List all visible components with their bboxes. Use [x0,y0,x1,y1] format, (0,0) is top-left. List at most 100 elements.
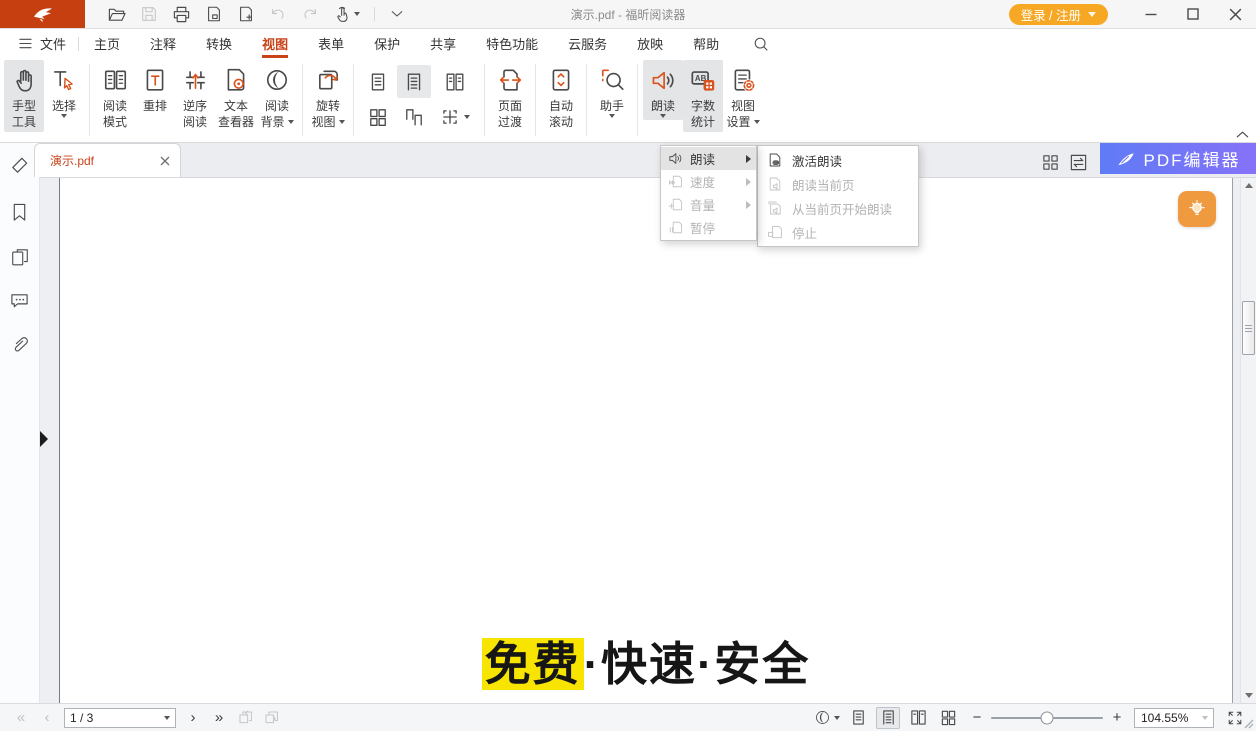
caret-down-icon[interactable] [1202,716,1208,720]
maximize-button[interactable] [1172,0,1214,28]
submenu-item-read-from-current-page[interactable]: 从当前页开始朗读 [758,196,918,220]
login-register-button[interactable]: 登录 / 注册 [1009,4,1108,25]
tab-protect[interactable]: 保护 [359,29,415,58]
auto-scroll-button[interactable]: 自动 滚动 [541,60,581,132]
tab-cloud[interactable]: 云服务 [553,29,622,58]
open-file-button[interactable] [107,5,126,24]
hand-tool-button[interactable]: 手型 工具 [4,60,44,132]
save-button[interactable] [140,5,158,23]
caret-down-icon[interactable] [164,716,170,720]
reading-mode-button[interactable]: 阅读 模式 [95,60,135,132]
touch-select-button[interactable] [333,5,360,24]
first-page-button[interactable]: « [8,709,34,726]
zoom-level-input[interactable] [1135,711,1193,725]
menu-item-volume[interactable]: 音量 [661,193,756,216]
attachments-panel-button[interactable] [10,335,30,355]
view-settings-button[interactable]: 视图 设置 [723,60,763,132]
assistant-button[interactable]: 助手 [592,60,632,120]
previous-view-button[interactable] [232,709,258,726]
search-button[interactable] [738,29,784,58]
tab-form[interactable]: 表单 [303,29,359,58]
undo-button[interactable] [269,5,287,23]
reflow-button[interactable]: 重排 [135,60,175,116]
zoom-slider[interactable] [991,717,1103,719]
layout-continuous-button[interactable] [397,65,431,98]
reverse-reading-button[interactable]: 逆序 阅读 [175,60,215,132]
previous-page-button[interactable]: ‹ [34,709,60,726]
foxit-logo[interactable] [0,0,85,28]
page-number-input[interactable] [65,711,151,725]
quad-view-button[interactable] [936,707,960,729]
read-aloud-button[interactable]: 朗读 [643,60,683,120]
reading-background-button[interactable]: 阅读 背景 [257,60,297,132]
separator [302,64,303,136]
zoom-slider-knob[interactable] [1041,711,1054,724]
print-preview-button[interactable] [205,5,223,23]
tips-lightbulb-button[interactable] [1178,191,1216,227]
expand-panel-handle[interactable] [40,431,48,447]
submenu-item-read-current-page[interactable]: 朗读当前页 [758,172,918,196]
tab-convert[interactable]: 转换 [191,29,247,58]
next-view-button[interactable] [258,709,284,726]
menu-item-label: 暂停 [690,218,751,237]
crescent-circle-icon [814,709,831,726]
layout-continuous-facing-button[interactable] [397,100,431,133]
window-resize-grip[interactable] [1242,717,1254,729]
reverse-arrow-icon [182,65,209,95]
tab-share[interactable]: 共享 [415,29,471,58]
submenu-item-stop[interactable]: 停止 [758,220,918,244]
pen-panel-button[interactable] [9,155,30,176]
facing-view-button[interactable] [906,707,930,729]
tab-help[interactable]: 帮助 [678,29,734,58]
comments-panel-button[interactable] [9,292,30,311]
customize-toolbar-button[interactable] [389,6,405,22]
tab-present[interactable]: 放映 [622,29,678,58]
close-tab-icon[interactable] [159,155,171,167]
word-count-button[interactable]: AB 字数 统计 [683,60,723,132]
bookmarks-panel-button[interactable] [10,202,29,223]
scrollbar-thumb[interactable] [1242,301,1255,355]
reading-background-quick-button[interactable] [814,709,840,726]
select-tool-button[interactable]: 选择 [44,60,84,120]
page-transition-button[interactable]: 页面 过渡 [490,60,530,132]
minimize-button[interactable] [1130,0,1172,28]
rotate-view-button[interactable]: 旋转 视图 [308,60,348,132]
tab-view[interactable]: 视图 [247,29,303,58]
ribbon-label: 逆序 [183,98,207,114]
pdf-editor-button[interactable]: PDF编辑器 [1100,143,1256,174]
vertical-scrollbar[interactable] [1240,178,1256,703]
switch-tabs-button[interactable] [1069,153,1088,172]
menu-item-read[interactable]: 朗读 [661,147,756,170]
layout-quad-button[interactable] [361,100,395,133]
pages-panel-button[interactable] [10,247,30,268]
zoom-out-button[interactable]: − [970,709,984,726]
next-page-button[interactable]: › [180,709,206,726]
print-button[interactable] [172,5,191,24]
document-canvas[interactable]: 免费·快速·安全 [40,178,1256,703]
pdf-page[interactable]: 免费·快速·安全 [59,178,1233,703]
menu-item-label: 朗读 [690,149,739,168]
collapse-ribbon-button[interactable] [1235,129,1250,140]
layout-split-button[interactable] [433,100,477,133]
close-button[interactable] [1214,0,1256,28]
tab-features[interactable]: 特色功能 [471,29,553,58]
scroll-up-button[interactable] [1241,178,1256,193]
new-document-button[interactable] [237,5,255,23]
layout-single-page-button[interactable] [361,65,395,98]
scroll-down-button[interactable] [1241,688,1256,703]
continuous-view-button[interactable] [876,707,900,729]
submenu-item-activate-read[interactable]: 激活朗读 [758,148,918,172]
text-viewer-button[interactable]: 文本 查看器 [215,60,257,132]
tab-home[interactable]: 主页 [79,29,135,58]
menu-item-speed[interactable]: 速度 [661,170,756,193]
last-page-button[interactable]: » [206,709,232,726]
layout-facing-button[interactable] [433,65,477,98]
single-page-view-button[interactable] [846,707,870,729]
redo-button[interactable] [301,5,319,23]
tab-thumbnails-button[interactable] [1041,153,1060,172]
menu-item-pause[interactable]: 暂停 [661,216,756,239]
tab-comment[interactable]: 注释 [135,29,191,58]
zoom-in-button[interactable]: + [1110,709,1124,726]
document-tab[interactable]: 演示.pdf [34,143,181,177]
file-menu[interactable]: 文件 [0,34,78,53]
